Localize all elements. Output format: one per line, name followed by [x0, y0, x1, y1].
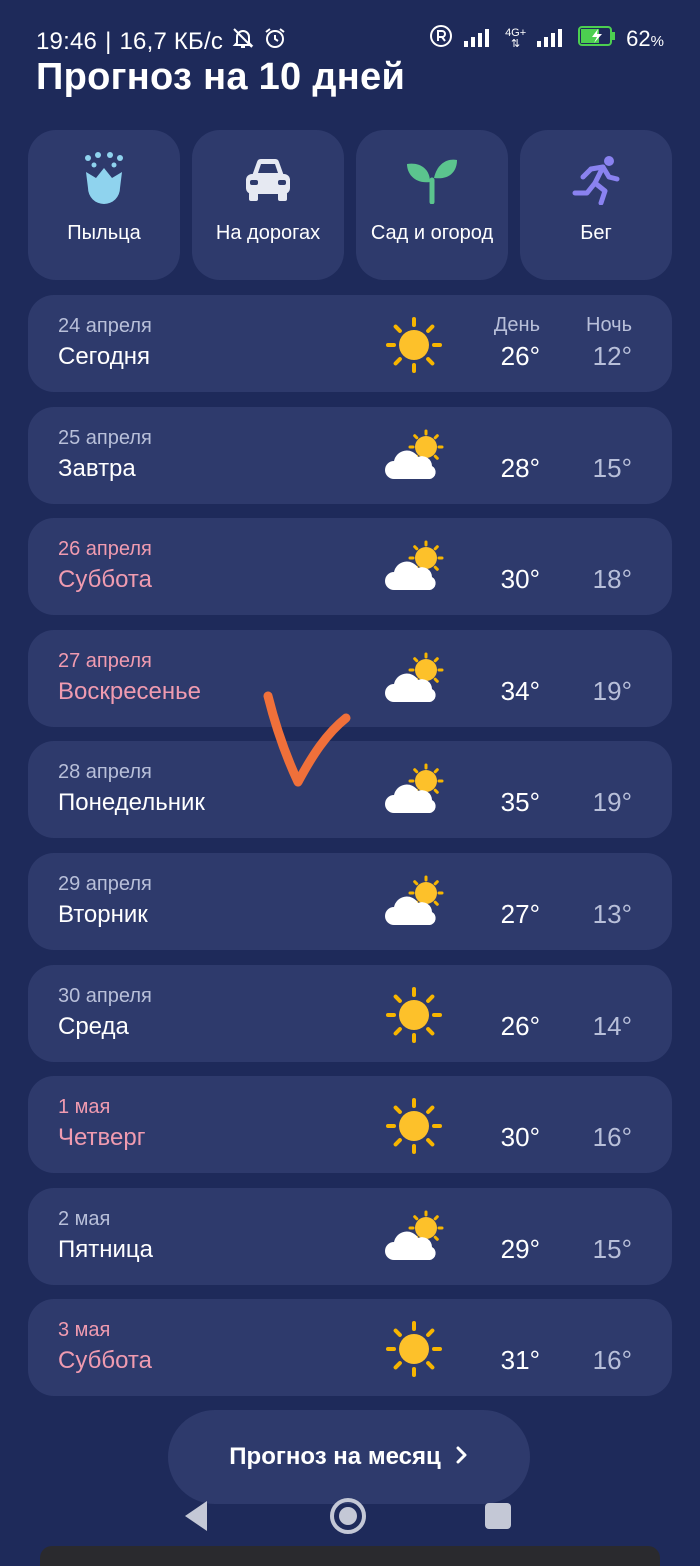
day-name: Среда — [58, 1012, 129, 1040]
forecast-row-today[interactable]: 24 апреля Сегодня День Ночь 26° 12° — [28, 295, 672, 392]
page-title: Прогноз на 10 дней — [36, 56, 406, 98]
temp-day: 34° — [500, 675, 540, 706]
forecast-row[interactable]: 26 апреля Суббота 30° 18° — [28, 518, 672, 616]
temp-night: 16° — [592, 1345, 632, 1376]
day-name: Суббота — [58, 1347, 152, 1375]
day-name: Сегодня — [58, 343, 150, 370]
status-right: 4G+ ⇅ 62% — [429, 24, 664, 54]
temp-day: 35° — [500, 787, 540, 818]
day-name: Четверг — [58, 1124, 146, 1152]
network-type: 4G+ ⇅ — [505, 27, 527, 50]
temp-day: 31° — [500, 1345, 540, 1376]
forecast-row[interactable]: 30 апреля Среда 26° 14° — [28, 964, 672, 1062]
signal-icon-2 — [536, 25, 568, 53]
temp-night: 18° — [592, 564, 632, 595]
day-name: Суббота — [58, 566, 152, 594]
status-left: 19:46 | 16,7 КБ/с — [36, 26, 287, 57]
alarm-icon — [263, 26, 287, 57]
bell-off-icon — [231, 26, 255, 57]
month-forecast-label: Прогноз на месяц — [229, 1443, 441, 1470]
data-arrows-icon: ⇅ — [511, 38, 521, 50]
temp-night: 16° — [592, 1122, 632, 1153]
signal-icon — [463, 25, 495, 53]
temp-night: 19° — [592, 787, 632, 818]
temp-night: 15° — [592, 1233, 632, 1264]
flower-icon — [76, 152, 132, 208]
day-name: Понедельник — [58, 789, 205, 817]
status-speed: 16,7 КБ/с — [119, 27, 224, 55]
temp-day: 28° — [500, 452, 540, 483]
day-date: 2 мая — [58, 1207, 111, 1230]
tile-label: На дорогах — [215, 222, 321, 244]
forecast-row[interactable]: 29 апреля Вторник 27° 13° — [28, 852, 672, 950]
chevron-right-icon — [455, 1443, 469, 1471]
temp-day: 30° — [500, 564, 540, 595]
tile-garden[interactable]: Сад и огород — [356, 130, 508, 280]
sun-icon — [384, 315, 444, 375]
temp-night: 19° — [592, 675, 632, 706]
forecast-row[interactable]: 27 апреля Воскресенье 34° 19° — [28, 629, 672, 727]
partly-cloudy-icon — [384, 427, 444, 487]
battery-icon — [578, 25, 616, 53]
day-date: 28 апреля — [58, 761, 152, 784]
system-nav-bar — [0, 1490, 700, 1540]
day-date: 29 апреля — [58, 872, 152, 895]
tile-label: Пыльца — [67, 222, 141, 244]
home-icon[interactable] — [328, 1496, 368, 1536]
forecast-row[interactable]: 1 мая Четверг 30° 16° — [28, 1076, 672, 1174]
forecast-row[interactable]: 3 мая Суббота 31° 16° — [28, 1299, 672, 1397]
column-header-day: День — [493, 314, 540, 336]
day-date: 30 апреля — [58, 984, 152, 1007]
sun-icon — [384, 985, 444, 1045]
tile-running[interactable]: Бег — [520, 130, 672, 280]
partly-cloudy-icon — [384, 761, 444, 821]
partly-cloudy-icon — [384, 873, 444, 933]
day-date: 27 апреля — [58, 649, 152, 672]
column-header-night: Ночь — [586, 314, 632, 336]
day-name: Пятница — [58, 1235, 153, 1263]
sun-icon — [384, 1319, 444, 1379]
status-separator: | — [105, 27, 112, 55]
temp-night: 13° — [592, 898, 632, 929]
activity-tiles: Пыльца На дорогах Сад и огород Бег — [28, 130, 672, 280]
tile-label: Сад и огород — [370, 222, 494, 244]
tile-label: Бег — [580, 222, 612, 244]
sun-icon — [384, 1096, 444, 1156]
partly-cloudy-icon — [384, 1208, 444, 1268]
temp-day: 30° — [500, 1122, 540, 1153]
tile-roads[interactable]: На дорогах — [192, 130, 344, 280]
runner-icon — [568, 152, 624, 208]
bottom-sheet-edge — [40, 1546, 660, 1566]
temp-night: 15° — [592, 452, 632, 483]
day-name: Вторник — [58, 900, 148, 928]
forecast-row[interactable]: 25 апреля Завтра 28° 15° — [28, 406, 672, 504]
partly-cloudy-icon — [384, 650, 444, 710]
partly-cloudy-icon — [384, 538, 444, 598]
forecast-row[interactable]: 2 мая Пятница 29° 15° — [28, 1187, 672, 1285]
temp-night: 12° — [592, 341, 632, 371]
tile-pollen[interactable]: Пыльца — [28, 130, 180, 280]
status-time: 19:46 — [36, 27, 98, 55]
temp-day: 26° — [500, 341, 540, 371]
day-date: 26 апреля — [58, 538, 152, 561]
day-name: Воскресенье — [58, 677, 202, 705]
day-date: 3 мая — [58, 1319, 111, 1342]
temp-day: 26° — [500, 1010, 540, 1041]
battery-percent: 62% — [626, 26, 664, 51]
day-date: 1 мая — [58, 1096, 111, 1119]
temp-day: 27° — [500, 898, 540, 929]
temp-day: 29° — [500, 1233, 540, 1264]
recents-icon[interactable] — [478, 1496, 518, 1536]
roaming-icon — [429, 24, 453, 54]
day-name: Завтра — [58, 454, 136, 482]
car-icon — [240, 152, 296, 208]
day-date: 25 апреля — [58, 426, 152, 449]
temp-night: 14° — [592, 1010, 632, 1041]
forecast-row[interactable]: 28 апреля Понедельник 35° 19° — [28, 741, 672, 839]
sprout-icon — [404, 152, 460, 208]
back-icon[interactable] — [176, 1496, 216, 1536]
forecast-list: 24 апреля Сегодня День Ночь 26° 12° 25 а… — [28, 295, 672, 1411]
day-date: 24 апреля — [58, 315, 152, 337]
